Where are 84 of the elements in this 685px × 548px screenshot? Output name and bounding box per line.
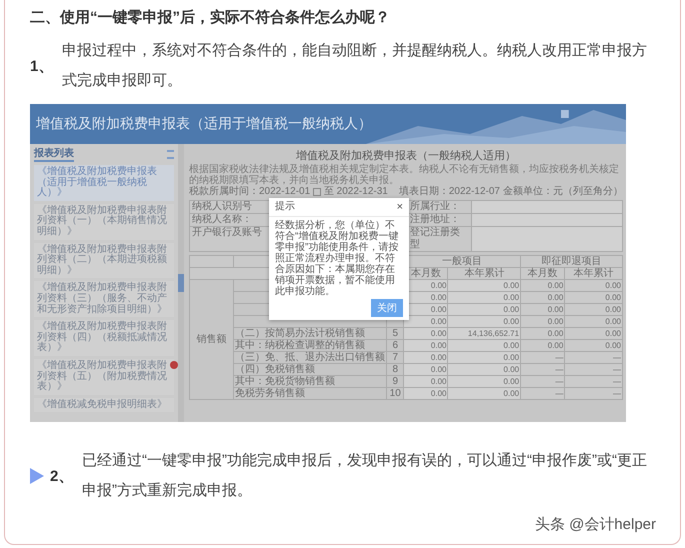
field-label: 所属行业：	[408, 201, 472, 214]
alert-icon	[170, 360, 178, 369]
table-cell: 0.00	[448, 340, 521, 352]
sidebar-item[interactable]: 《增值税及附加税费申报表附列资料（四）（税额抵减情况表）》	[34, 320, 174, 356]
table-cell: 免税劳务销售额	[234, 388, 387, 400]
field-label: 注册地址：	[408, 214, 472, 227]
table-cell: 0.00	[564, 304, 622, 316]
sidebar-item[interactable]: 《增值税及附加税费申报表附列资料（二）（本期进项税额明细）》	[34, 242, 174, 278]
table-cell: 0.00	[448, 376, 521, 388]
table-cell: 0.00	[520, 304, 565, 316]
period-start: 税款所属时间：2022-12-01	[189, 186, 310, 198]
input-field[interactable]	[472, 214, 623, 227]
field-label: 开户银行及账号	[190, 227, 270, 252]
table-cell: —	[564, 376, 622, 388]
paragraph: 申报过程中，系统对不符合条件的，能自动阻断，并提醒纳税人。纳税人改用正常申报方式完成申报即可。	[62, 41, 648, 91]
table-cell: 0.00	[448, 292, 521, 304]
table-cell: 0.00	[404, 340, 448, 352]
paragraph: 已经通过“一键零申报”功能完成申报后，发现申报有误的，可以通过“申报作废”或“更正申报”方式重新完成申报。	[82, 451, 648, 501]
dialog-title: 提示	[275, 201, 295, 213]
table-cell: 0.00	[404, 352, 448, 364]
table-cell: 0.00	[564, 280, 622, 292]
sidebar-item[interactable]: 《增值税及附加税费申报表（适用于增值税一般纳税人）》	[34, 165, 174, 201]
table-cell: （四）免税销售额	[234, 364, 387, 376]
field-label: 纳税人识别号	[190, 201, 270, 214]
table-cell: 0.00	[404, 328, 448, 340]
form-note: 根据国家税收法律法规及增值税相关规定制定本表。纳税人不论有无销售额，均应按税务机关核定的纳税期限填写本表，并向当地税务机关申报。	[189, 164, 620, 186]
table-cell: 其中：免税货物销售额	[234, 376, 387, 388]
table-cell: 0.00	[520, 316, 565, 328]
table-cell: 0.00	[448, 304, 521, 316]
table-cell: （三）免、抵、退办法出口销售额	[234, 352, 387, 364]
input-field[interactable]	[472, 227, 623, 252]
table-cell: 0.00	[448, 280, 521, 292]
table-cell: 其中：纳税检查调整的销售额	[234, 340, 387, 352]
table-cell: 销售额	[190, 280, 234, 400]
table-cell: 0.00	[520, 292, 565, 304]
table-cell: （二）按简易办法计税销售额	[234, 328, 387, 340]
table-cell: 0.00	[520, 328, 565, 340]
table-header: 本月数	[520, 268, 565, 280]
table-cell: —	[520, 376, 565, 388]
table-cell: 0.00	[448, 352, 521, 364]
form-title: 增值税及附加税费申报表（一般纳税人适用）	[295, 149, 517, 164]
table-header: 本年累计	[448, 268, 521, 280]
field-label: 登记注册类型	[408, 227, 472, 252]
table-cell: 0.00	[564, 292, 622, 304]
period-end: 至 2022-12-31	[324, 186, 388, 198]
sidebar-item[interactable]: 《增值税及附加税费申报表附列资料（三）（服务、不动产和无形资产扣除项目明细）》	[34, 281, 174, 318]
table-cell: 0.00	[564, 340, 622, 352]
dialog-message: 经数据分析，您（单位）不符合“增值税及附加税费一键零申报”功能使用条件，请按照正常流程办理申报。不符合原因如下：本属期您存在销项开票数据，暂不能使用此申报功能。	[274, 218, 400, 298]
table-cell: —	[520, 352, 565, 364]
table-cell: —	[564, 352, 622, 364]
table-cell: 0.00	[448, 316, 521, 328]
sidebar-item[interactable]: 《增值税减免税申报明细表》	[34, 398, 174, 412]
table-cell: 0.00	[404, 376, 448, 388]
table-cell: —	[564, 388, 622, 400]
sidebar-item[interactable]: 《增值税及附加税费申报表附列资料（一）（本期销售情况明细）》	[34, 204, 174, 240]
sidebar-tab[interactable]: 报表列表	[34, 146, 74, 162]
table-cell: 0.00	[404, 364, 448, 376]
table-cell: 14,136,652.71	[448, 328, 521, 340]
table-cell: 0.00	[520, 340, 565, 352]
app-title: 增值税及附加税费申报表（适用于增值税一般纳税人）	[35, 115, 372, 133]
table-cell: 0.00	[520, 280, 565, 292]
author-credit: 头条 @会计helper	[534, 515, 656, 534]
input-field[interactable]	[472, 201, 623, 214]
table-cell: 0.00	[448, 364, 521, 376]
table-cell: 0.00	[404, 388, 448, 400]
fill-date: 填表日期：2022-12-07	[398, 186, 500, 198]
table-cell: 0.00	[448, 388, 521, 400]
list-number: 2、	[50, 466, 74, 486]
table-cell: 0.00	[564, 328, 622, 340]
table-cell: —	[520, 364, 565, 376]
table-header: 本年累计	[564, 268, 622, 280]
list-number: 1、	[30, 56, 54, 76]
table-cell: 0.00	[564, 316, 622, 328]
close-button[interactable]: 关闭	[371, 299, 403, 317]
amount-unit: 金额单位：元（列至角分）	[503, 186, 623, 198]
close-button[interactable]: ×	[396, 201, 403, 213]
table-header: 即征即退项目	[520, 256, 622, 268]
calendar-icon[interactable]	[313, 188, 321, 196]
table-cell: —	[564, 364, 622, 376]
field-label: 纳税人名称：	[190, 214, 270, 227]
section-heading: 二、使用“一键零申报”后，实际不符合条件怎么办呢？	[30, 8, 391, 28]
scrollbar-thumb[interactable]	[178, 274, 184, 292]
table-cell: —	[520, 388, 565, 400]
collapse-icon[interactable]	[167, 150, 174, 158]
